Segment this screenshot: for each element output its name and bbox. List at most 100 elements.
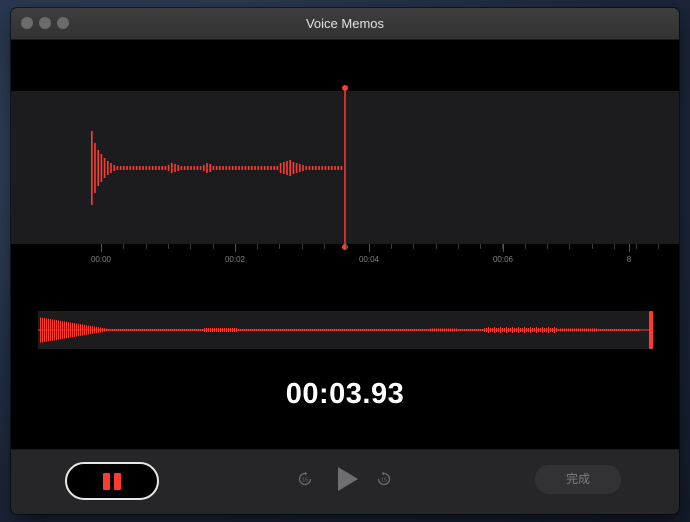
ruler-major-tick: [503, 244, 504, 252]
overview-bar: [636, 329, 637, 331]
overview-bar: [348, 329, 349, 331]
overview-bar: [424, 329, 425, 331]
overview-bar: [580, 328, 581, 332]
overview-bar: [218, 328, 219, 332]
tick-label-6: 00:06: [492, 255, 514, 264]
overview-bar: [42, 317, 43, 343]
overview-bar: [548, 327, 549, 333]
overview-bar: [78, 323, 79, 337]
overview-bar: [134, 329, 135, 331]
overview-bar: [120, 329, 121, 331]
overview-bar: [270, 329, 271, 331]
overview-bar: [542, 327, 543, 333]
overview-bar: [604, 329, 605, 331]
overview-bar: [276, 329, 277, 331]
overview-bar: [628, 329, 629, 331]
waveform-bar: [206, 163, 208, 173]
done-button[interactable]: 完成: [535, 465, 621, 494]
waveform-bar: [135, 166, 138, 170]
waveform-bar: [190, 166, 192, 170]
overview-bar: [596, 328, 597, 332]
overview-bar: [550, 328, 551, 332]
overview-bar: [384, 329, 385, 331]
overview-bar: [326, 329, 327, 331]
overview-bar: [160, 329, 161, 331]
overview-bar: [376, 329, 377, 331]
overview-bar: [344, 329, 345, 331]
ruler-tick: [257, 244, 258, 249]
waveform-bar: [324, 166, 327, 170]
waveform-bar: [241, 166, 243, 170]
overview-bar: [328, 329, 329, 331]
overview-waveform: [38, 311, 653, 349]
ruler-tick: [324, 244, 325, 249]
overview-bar: [340, 329, 341, 331]
overview-bar: [148, 329, 149, 331]
waveform-bar: [279, 163, 282, 173]
ruler-tick: [436, 244, 437, 249]
waveform-bar: [167, 165, 170, 171]
overview-bar: [290, 329, 291, 331]
overview-bar: [284, 329, 285, 331]
pause-recording-button[interactable]: [65, 462, 159, 500]
skip-forward-15-icon[interactable]: 15: [376, 471, 392, 487]
ruler-tick: [569, 244, 570, 249]
play-button[interactable]: [336, 465, 360, 493]
overview-bar: [54, 319, 55, 341]
overview-bar: [300, 329, 301, 331]
title-bar: Voice Memos: [11, 8, 679, 40]
waveform-bar: [110, 163, 112, 173]
overview-bar: [474, 329, 475, 331]
overview-bar: [124, 329, 125, 331]
waveform-bar: [145, 166, 147, 170]
overview-bar: [492, 328, 493, 332]
overview-bar: [70, 322, 71, 338]
overview-bar: [106, 328, 107, 332]
overview-waveform-panel[interactable]: [38, 311, 654, 349]
overview-bar: [58, 320, 59, 340]
ruler-tick: [279, 244, 280, 249]
overview-bar: [170, 329, 171, 331]
skip-back-15-icon[interactable]: 15: [297, 471, 313, 487]
waveform-bar: [171, 163, 173, 173]
waveform-bar: [129, 166, 131, 170]
tick-label-8: 8: [626, 255, 632, 264]
overview-bar: [460, 329, 461, 331]
waveform-bar: [276, 166, 279, 170]
overview-bar: [452, 328, 453, 332]
overview-bar: [462, 329, 463, 331]
overview-bar: [334, 329, 335, 331]
overview-bar: [448, 328, 449, 332]
overview-bar: [538, 328, 539, 332]
waveform-bar: [286, 161, 288, 175]
overview-bar: [410, 329, 411, 331]
overview-bar: [530, 327, 531, 333]
overview-bar: [176, 329, 177, 331]
overview-bar: [98, 327, 99, 333]
overview-bar: [498, 328, 499, 332]
ruler-tick: [346, 244, 347, 249]
overview-bar: [62, 321, 63, 339]
overview-bar: [626, 329, 627, 331]
play-icon: [338, 467, 358, 491]
overview-bar: [112, 329, 113, 331]
waveform-bar: [100, 154, 103, 182]
playhead[interactable]: [339, 84, 351, 252]
waveform-bar: [174, 164, 176, 172]
waveform-bar: [158, 166, 160, 170]
overview-bar: [140, 329, 141, 331]
overview-bar: [370, 329, 371, 331]
overview-bar: [324, 329, 325, 331]
overview-bar: [586, 328, 587, 332]
overview-bar: [220, 328, 221, 332]
overview-bar: [50, 319, 51, 341]
overview-bar: [624, 329, 625, 331]
time-ruler: 00:00 00:02 00:04 00:06 8: [11, 244, 679, 274]
overview-bar: [298, 329, 299, 331]
overview-bar: [412, 329, 413, 331]
overview-bar: [118, 329, 119, 331]
overview-playhead[interactable]: [649, 311, 653, 349]
waveform-bar: [199, 166, 202, 170]
overview-bar: [396, 329, 397, 331]
waveform-bar: [164, 166, 167, 170]
